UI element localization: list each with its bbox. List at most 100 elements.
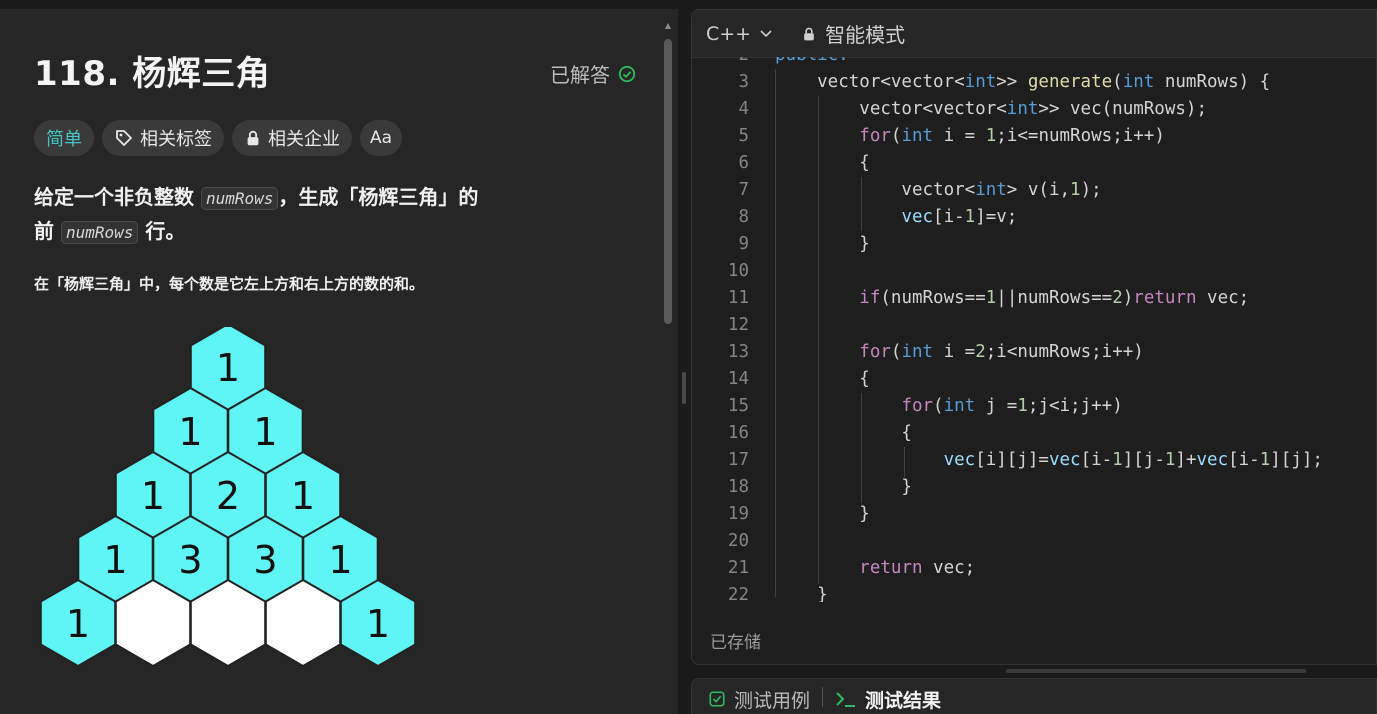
scroll-up-arrow-icon[interactable]: ▲ xyxy=(664,21,672,31)
checkbox-icon xyxy=(709,691,725,707)
pascal-triangle-figure: 11 11 2 11 3 3 11 1 xyxy=(39,327,417,668)
code-text: return vec; xyxy=(859,558,976,578)
hex-value: 1 xyxy=(66,602,90,646)
problem-scrollbar[interactable] xyxy=(664,39,672,324)
code-text: public: xyxy=(775,57,849,69)
difficulty-badge: 简单 xyxy=(34,120,94,156)
code-line[interactable]: 11 if(numRows==1||numRows==2)return vec; xyxy=(692,285,1376,312)
indent-guide xyxy=(904,447,905,477)
code-text: vec[i-1]=v; xyxy=(901,207,1018,227)
line-number: 20 xyxy=(727,531,749,551)
code-line[interactable]: 20 xyxy=(692,528,1376,555)
hex-value: 1 xyxy=(253,410,277,454)
code-area[interactable]: 2public:3 vector<vector<int>> generate(i… xyxy=(692,57,1376,602)
related-companies-button[interactable]: 相关企业 xyxy=(232,120,352,156)
code-line[interactable]: 17 vec[i][j]=vec[i-1][j-1]+vec[i-1][j]; xyxy=(692,447,1376,474)
bottom-panel-tabs: 测试用例 测试结果 xyxy=(691,678,1377,714)
tab-result-label: 测试结果 xyxy=(865,689,942,712)
related-companies-label: 相关企业 xyxy=(268,129,340,150)
editor-toolbar: C++ 智能模式 xyxy=(692,10,1376,58)
indent-guide xyxy=(775,69,776,597)
line-number: 5 xyxy=(738,126,749,146)
mode-label: 智能模式 xyxy=(825,23,906,47)
code-line[interactable]: 19 } xyxy=(692,501,1376,528)
hex-value: 2 xyxy=(216,474,240,518)
code-line[interactable]: 18 } xyxy=(692,474,1376,501)
line-number: 17 xyxy=(727,450,749,470)
lock-icon xyxy=(247,130,259,146)
problem-title[interactable]: 118. 杨辉三角 xyxy=(34,46,270,95)
line-number: 14 xyxy=(727,369,749,389)
saved-status: 已存储 xyxy=(710,633,761,653)
desc-text-1: 给定一个非负整数 xyxy=(34,185,201,209)
difficulty-label: 简单 xyxy=(46,129,82,150)
param-chip: numRows xyxy=(60,221,139,244)
hex-value: 1 xyxy=(216,346,240,390)
line-number: 10 xyxy=(727,261,749,281)
code-line[interactable]: 22 } xyxy=(692,582,1376,602)
code-text: } xyxy=(775,585,828,602)
related-tags-label: 相关标签 xyxy=(140,129,212,150)
line-number: 21 xyxy=(727,558,749,578)
code-line[interactable]: 10 xyxy=(692,258,1376,285)
code-line[interactable]: 15 for(int j =1;j<i;j++) xyxy=(692,393,1376,420)
line-number: 9 xyxy=(738,234,749,254)
code-line[interactable]: 2 public: xyxy=(692,57,1376,69)
code-line[interactable]: 21 return vec; xyxy=(692,555,1376,582)
code-text: for(int i = 1;i<=numRows;i++) xyxy=(859,126,1165,146)
code-line[interactable]: 8 vec[i-1]=v; xyxy=(692,204,1376,231)
line-number: 11 xyxy=(727,288,749,308)
code-text: vector<vector<int>> vec(numRows); xyxy=(775,99,1207,119)
line-number: 16 xyxy=(727,423,749,443)
hex-value: 3 xyxy=(178,538,202,582)
hex-value: 1 xyxy=(328,538,352,582)
desc-text-2: ，生成「杨辉三角」的 xyxy=(278,185,479,209)
code-text: vec[i][j]=vec[i-1][j-1]+vec[i-1][j]; xyxy=(943,450,1323,470)
tab-testcase[interactable]: 测试用例 xyxy=(708,684,810,714)
code-line[interactable]: 13 for(int i =2;i<numRows;i++) xyxy=(692,339,1376,366)
problem-description: 给定一个非负整数 numRows ，生成「杨辉三角」的 前 numRows 行。 xyxy=(34,181,554,249)
mode-indicator[interactable]: 智能模式 xyxy=(801,19,905,48)
line-number: 6 xyxy=(738,153,749,173)
line-number: 12 xyxy=(727,315,749,335)
line-number: 8 xyxy=(738,207,749,227)
vertical-resize-handle[interactable] xyxy=(1006,669,1306,673)
line-number: 15 xyxy=(727,396,749,416)
code-line[interactable]: 5 for(int i = 1;i<=numRows;i++) xyxy=(692,123,1376,150)
code-line[interactable]: 3 vector<vector<int>> generate(int numRo… xyxy=(692,69,1376,96)
language-selector[interactable]: C++ xyxy=(706,23,773,45)
tab-result[interactable]: 测试结果 xyxy=(835,684,941,714)
code-line[interactable]: 14 { xyxy=(692,366,1376,393)
code-text: vector<vector<int>> generate(int numRows… xyxy=(775,72,1271,92)
problem-tags: 简单 相关标签 相关企业 Aa xyxy=(34,120,403,156)
line-number: 3 xyxy=(738,72,749,92)
panel-divider[interactable] xyxy=(678,0,691,714)
code-line[interactable]: 12 xyxy=(692,312,1376,339)
code-text: { xyxy=(775,423,912,443)
line-number: 4 xyxy=(738,99,749,119)
code-text: } xyxy=(775,477,912,497)
hex-value: 1 xyxy=(141,474,165,518)
desc-text-4: 行。 xyxy=(138,219,186,243)
related-tags-button[interactable]: 相关标签 xyxy=(102,120,224,156)
tab-testcase-label: 测试用例 xyxy=(734,689,811,712)
code-line[interactable]: 9 } xyxy=(692,231,1376,258)
code-line[interactable]: 16 { xyxy=(692,420,1376,447)
code-line[interactable]: 7 vector<int> v(i,1); xyxy=(692,177,1376,204)
desc-text-3: 前 xyxy=(34,219,61,243)
code-line[interactable]: 4 vector<vector<int>> vec(numRows); xyxy=(692,96,1376,123)
code-editor-panel: C++ 智能模式 2public:3 vector<vector<int>> g… xyxy=(691,9,1377,665)
translate-button[interactable]: Aa xyxy=(360,120,403,156)
line-number: 7 xyxy=(738,180,749,200)
code-line[interactable]: 6 { xyxy=(692,150,1376,177)
resize-handle[interactable] xyxy=(682,372,686,404)
hex-value: 1 xyxy=(103,538,127,582)
code-text: { xyxy=(775,369,870,389)
language-label: C++ xyxy=(706,22,752,45)
translate-icon: Aa xyxy=(370,128,393,148)
hex-value: 1 xyxy=(291,474,315,518)
solved-status: 已解答 xyxy=(550,59,636,88)
code-text: { xyxy=(775,153,870,173)
tag-icon xyxy=(116,130,132,146)
terminal-icon xyxy=(836,692,856,707)
